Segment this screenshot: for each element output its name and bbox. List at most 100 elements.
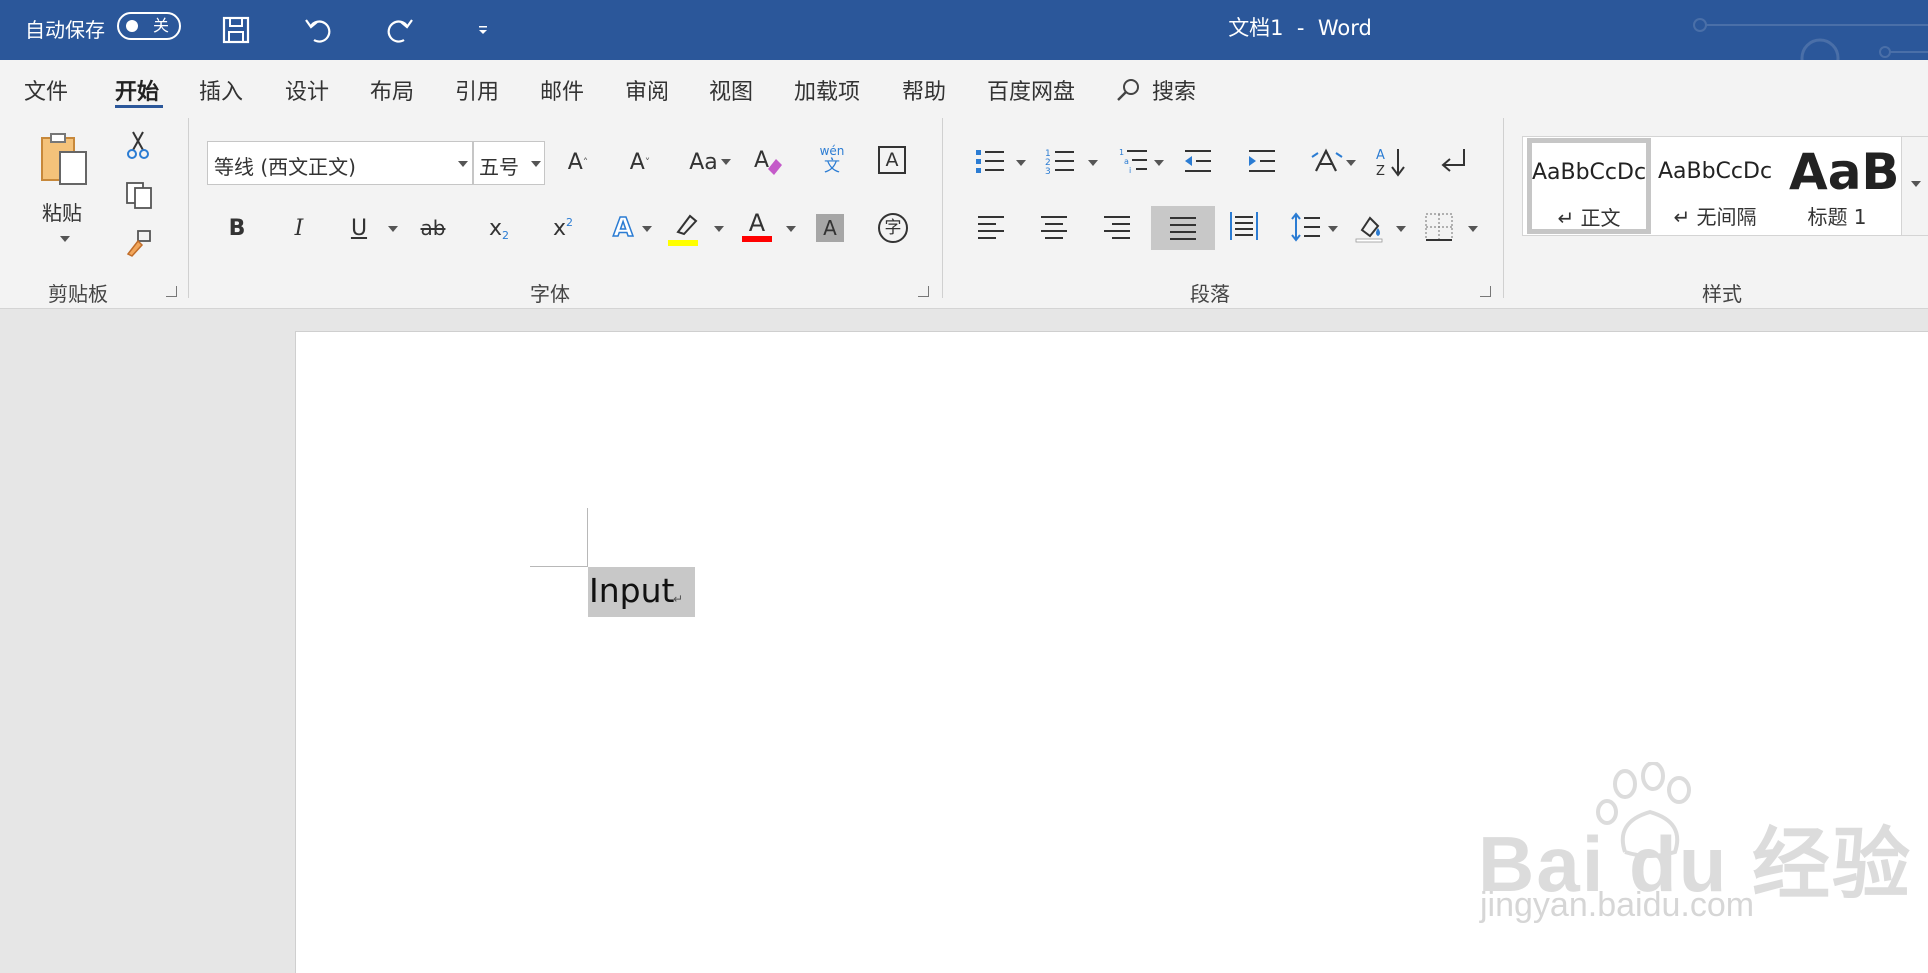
align-left-icon[interactable] — [976, 212, 1006, 246]
character-shading-button[interactable]: A — [816, 214, 844, 242]
save-icon[interactable] — [216, 10, 256, 50]
highlight-dropdown-icon[interactable] — [714, 226, 724, 232]
subscript-button[interactable]: x2 — [476, 208, 522, 248]
tab-layout[interactable]: 布局 — [370, 74, 414, 106]
paste-dropdown-icon[interactable] — [60, 236, 70, 242]
text-effects-button[interactable]: A — [600, 208, 646, 248]
change-case-button[interactable]: Aa — [680, 142, 740, 182]
ribbon-tabs: 文件 开始 插入 设计 布局 引用 邮件 审阅 视图 加载项 帮助 百度网盘 搜… — [0, 60, 1928, 112]
italic-button[interactable]: I — [276, 208, 322, 248]
clipboard-launcher-icon[interactable] — [166, 286, 177, 297]
enclose-characters-button[interactable]: 字 — [878, 213, 908, 243]
bullets-icon[interactable] — [974, 145, 1006, 181]
redo-icon[interactable] — [380, 10, 420, 50]
shading-icon[interactable] — [1354, 210, 1386, 248]
document-text[interactable]: Input — [589, 571, 674, 610]
decrease-indent-icon[interactable] — [1182, 145, 1214, 181]
font-name-dropdown-icon[interactable] — [458, 161, 468, 167]
tab-home[interactable]: 开始 — [115, 74, 159, 106]
font-size-combobox[interactable]: 五号 — [473, 141, 545, 185]
style-preview: AaBbCcDc — [1657, 159, 1773, 184]
underline-dropdown-icon[interactable] — [388, 226, 398, 232]
clear-formatting-icon[interactable]: A — [752, 145, 784, 181]
search-label[interactable]: 搜索 — [1152, 74, 1196, 106]
style-item-normal[interactable]: AaBbCcDc ↵ 正文 — [1527, 138, 1651, 234]
font-color-letter: A — [748, 209, 766, 237]
tab-help[interactable]: 帮助 — [902, 74, 946, 106]
highlight-icon[interactable] — [668, 212, 702, 246]
numbering-dropdown-icon[interactable] — [1088, 160, 1098, 166]
style-item-no-spacing[interactable]: AaBbCcDc ↵ 无间隔 — [1653, 137, 1777, 235]
line-spacing-icon[interactable] — [1290, 212, 1322, 246]
numbering-icon[interactable]: 123 — [1044, 145, 1076, 181]
font-group-label: 字体 — [530, 282, 570, 306]
autosave-toggle[interactable]: 关 — [117, 12, 181, 40]
strikethrough-button[interactable]: ab — [410, 208, 456, 248]
multilevel-list-icon[interactable]: 1ai — [1118, 145, 1150, 181]
phonetic-guide-button[interactable]: wén 文 — [812, 144, 852, 174]
borders-icon[interactable] — [1424, 212, 1454, 246]
search-icon[interactable] — [1114, 76, 1142, 108]
chinese-layout-dropdown-icon[interactable] — [1346, 160, 1356, 166]
document-title: 文档1 - Word — [1228, 16, 1372, 40]
style-item-heading1[interactable]: AaBb 标题 1 — [1779, 137, 1899, 235]
tab-view[interactable]: 视图 — [709, 74, 753, 106]
bullets-dropdown-icon[interactable] — [1016, 160, 1026, 166]
sort-icon[interactable]: AZ — [1374, 145, 1408, 183]
increase-indent-icon[interactable] — [1246, 145, 1278, 181]
font-launcher-icon[interactable] — [918, 286, 929, 297]
watermark-url: jingyan.baidu.com — [1480, 886, 1755, 924]
subscript-label: x — [488, 215, 503, 241]
styles-scroll[interactable] — [1901, 137, 1928, 235]
font-size-dropdown-icon[interactable] — [531, 161, 541, 167]
grow-font-button[interactable]: A ˄ — [555, 142, 601, 182]
tab-addins[interactable]: 加载项 — [794, 74, 860, 106]
multilevel-dropdown-icon[interactable] — [1154, 160, 1164, 166]
character-border-button[interactable]: A — [878, 146, 906, 174]
text-effects-dropdown-icon[interactable] — [642, 226, 652, 232]
customize-qat-icon[interactable] — [463, 10, 503, 50]
styles-more-icon[interactable] — [1911, 181, 1921, 187]
align-center-icon[interactable] — [1039, 212, 1069, 246]
tab-baidu-netdisk[interactable]: 百度网盘 — [987, 74, 1075, 106]
tab-insert[interactable]: 插入 — [199, 74, 243, 106]
show-formatting-marks-icon[interactable] — [1438, 145, 1470, 181]
svg-text:1: 1 — [1119, 148, 1124, 157]
tab-review[interactable]: 审阅 — [625, 74, 669, 106]
format-painter-icon[interactable] — [124, 228, 154, 262]
distributed-icon[interactable] — [1228, 210, 1260, 246]
active-tab-indicator — [115, 105, 163, 108]
titlebar-decoration-icon — [1693, 18, 1928, 60]
grow-font-label: A — [567, 149, 583, 175]
styles-group-label: 样式 — [1702, 282, 1742, 306]
style-name: ↵ 无间隔 — [1673, 205, 1757, 229]
tab-references[interactable]: 引用 — [455, 74, 499, 106]
shading-dropdown-icon[interactable] — [1396, 226, 1406, 232]
justify-button[interactable] — [1151, 206, 1215, 250]
line-spacing-dropdown-icon[interactable] — [1328, 226, 1338, 232]
superscript-label: x — [552, 215, 567, 241]
paste-icon[interactable] — [34, 130, 94, 190]
tab-design[interactable]: 设计 — [285, 74, 329, 106]
borders-dropdown-icon[interactable] — [1468, 226, 1478, 232]
font-color-dropdown-icon[interactable] — [786, 226, 796, 232]
underline-button[interactable]: U — [336, 208, 382, 248]
font-name-value: 等线 (西文正文) — [214, 155, 356, 179]
bold-button[interactable]: B — [214, 208, 260, 248]
superscript-button[interactable]: x2 — [540, 208, 586, 248]
copy-icon[interactable] — [124, 180, 154, 214]
chinese-layout-icon[interactable] — [1310, 145, 1344, 181]
paste-label[interactable]: 粘贴 — [42, 197, 82, 226]
align-right-icon[interactable] — [1102, 212, 1132, 246]
change-case-dropdown-icon — [720, 159, 731, 165]
style-name: ↵ 正文 — [1557, 206, 1621, 230]
subscript-two-icon: 2 — [502, 228, 510, 242]
font-name-combobox[interactable]: 等线 (西文正文) — [207, 141, 473, 185]
paragraph-launcher-icon[interactable] — [1480, 286, 1491, 297]
undo-icon[interactable] — [298, 10, 338, 50]
tab-file[interactable]: 文件 — [24, 74, 68, 106]
font-color-button[interactable]: A — [740, 210, 774, 244]
cut-icon[interactable] — [125, 130, 151, 164]
shrink-font-button[interactable]: A ˅ — [617, 142, 663, 182]
tab-mailings[interactable]: 邮件 — [540, 74, 584, 106]
